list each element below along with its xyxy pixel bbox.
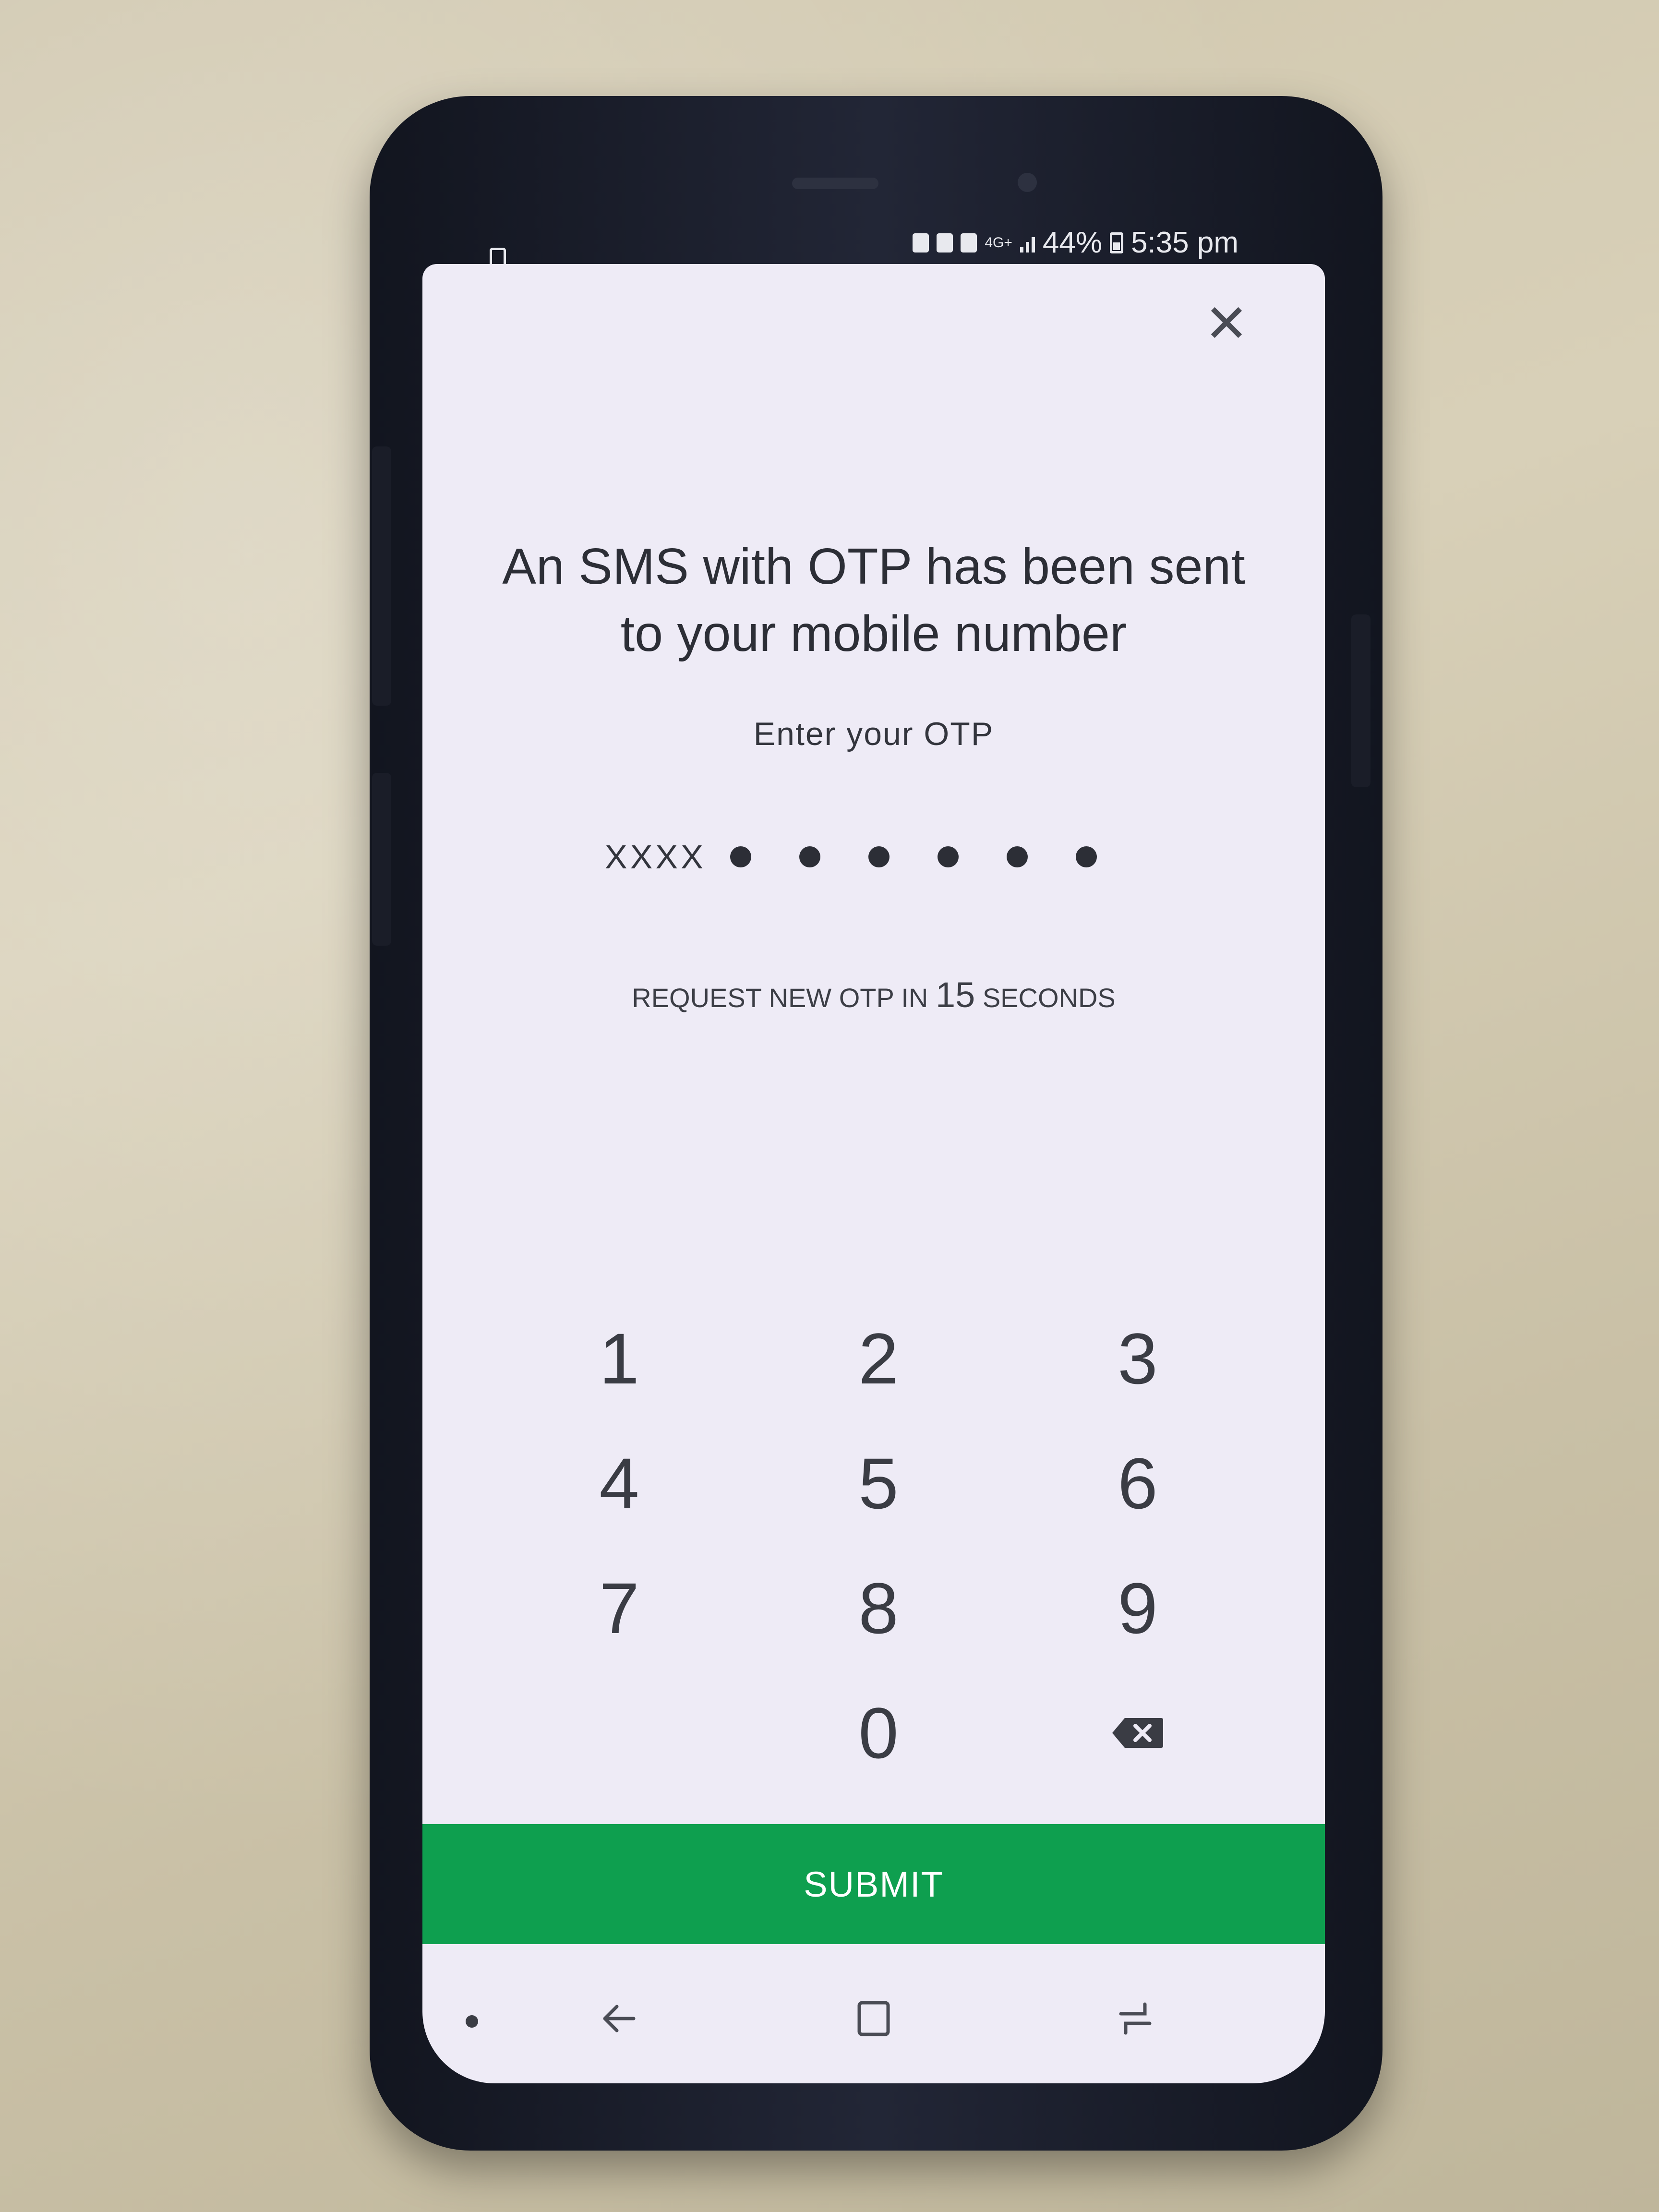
otp-input[interactable]: XXXX — [605, 830, 1097, 883]
nav-handle-dot[interactable] — [466, 2015, 478, 2028]
headline-line-2: to your mobile number — [620, 605, 1127, 662]
page-title: An SMS with OTP has been sent to your mo… — [451, 533, 1296, 667]
vibrate-icon — [961, 233, 977, 252]
timer-prefix: REQUEST NEW OTP IN — [632, 983, 928, 1013]
earpiece — [792, 178, 878, 189]
bixby-button — [372, 773, 391, 946]
key-8[interactable]: 8 — [749, 1546, 1008, 1671]
home-icon[interactable] — [847, 1992, 900, 2045]
key-0[interactable]: 0 — [749, 1671, 1008, 1795]
backspace-icon — [1111, 1717, 1164, 1749]
close-button[interactable]: ✕ — [1200, 298, 1253, 350]
signal-icon — [1020, 233, 1035, 252]
key-7[interactable]: 7 — [490, 1546, 749, 1671]
submit-button[interactable]: SUBMIT — [422, 1824, 1325, 1944]
otp-digit-dot — [799, 846, 820, 867]
navigation-bar — [422, 1973, 1325, 2069]
headline-line-1: An SMS with OTP has been sent — [502, 538, 1245, 595]
front-camera — [1018, 173, 1037, 192]
timer-suffix: SECONDS — [982, 983, 1116, 1013]
numeric-keypad: 1 2 3 4 5 6 7 8 9 0 — [490, 1296, 1267, 1805]
key-5[interactable]: 5 — [749, 1421, 1008, 1546]
otp-screen: ✕ An SMS with OTP has been sent to your … — [422, 264, 1325, 2083]
key-2[interactable]: 2 — [749, 1296, 1008, 1421]
alarm-icon — [913, 233, 929, 252]
otp-digit-dot — [730, 846, 751, 867]
status-indicators: 4G+ 44% 5:35 pm — [913, 226, 1238, 260]
backspace-key[interactable] — [1008, 1671, 1267, 1795]
otp-prompt: Enter your OTP — [753, 716, 994, 752]
power-button — [1351, 614, 1370, 787]
recents-icon[interactable] — [1109, 1992, 1162, 2045]
key-6[interactable]: 6 — [1008, 1421, 1267, 1546]
network-type: 4G+ — [985, 234, 1012, 251]
volume-button — [372, 446, 391, 706]
otp-digit-dot — [1006, 846, 1028, 867]
key-4[interactable]: 4 — [490, 1421, 749, 1546]
battery-icon — [1109, 232, 1123, 253]
timer-seconds: 15 — [935, 975, 975, 1015]
resend-timer: REQUEST NEW OTP IN 15 SECONDS — [422, 974, 1325, 1015]
otp-digit-dot — [868, 846, 890, 867]
otp-digit-dot — [937, 846, 959, 867]
key-9[interactable]: 9 — [1008, 1546, 1267, 1671]
clock: 5:35 pm — [1130, 226, 1238, 259]
status-bar: 4G+ 44% 5:35 pm — [461, 211, 1248, 267]
otp-digit-dot — [1075, 846, 1097, 867]
mute-icon — [937, 233, 953, 252]
back-icon[interactable] — [590, 1992, 643, 2045]
otp-prefix: XXXX — [605, 838, 706, 876]
battery-percent: 44% — [1042, 226, 1102, 259]
key-1[interactable]: 1 — [490, 1296, 749, 1421]
close-icon: ✕ — [1204, 294, 1249, 353]
key-3[interactable]: 3 — [1008, 1296, 1267, 1421]
